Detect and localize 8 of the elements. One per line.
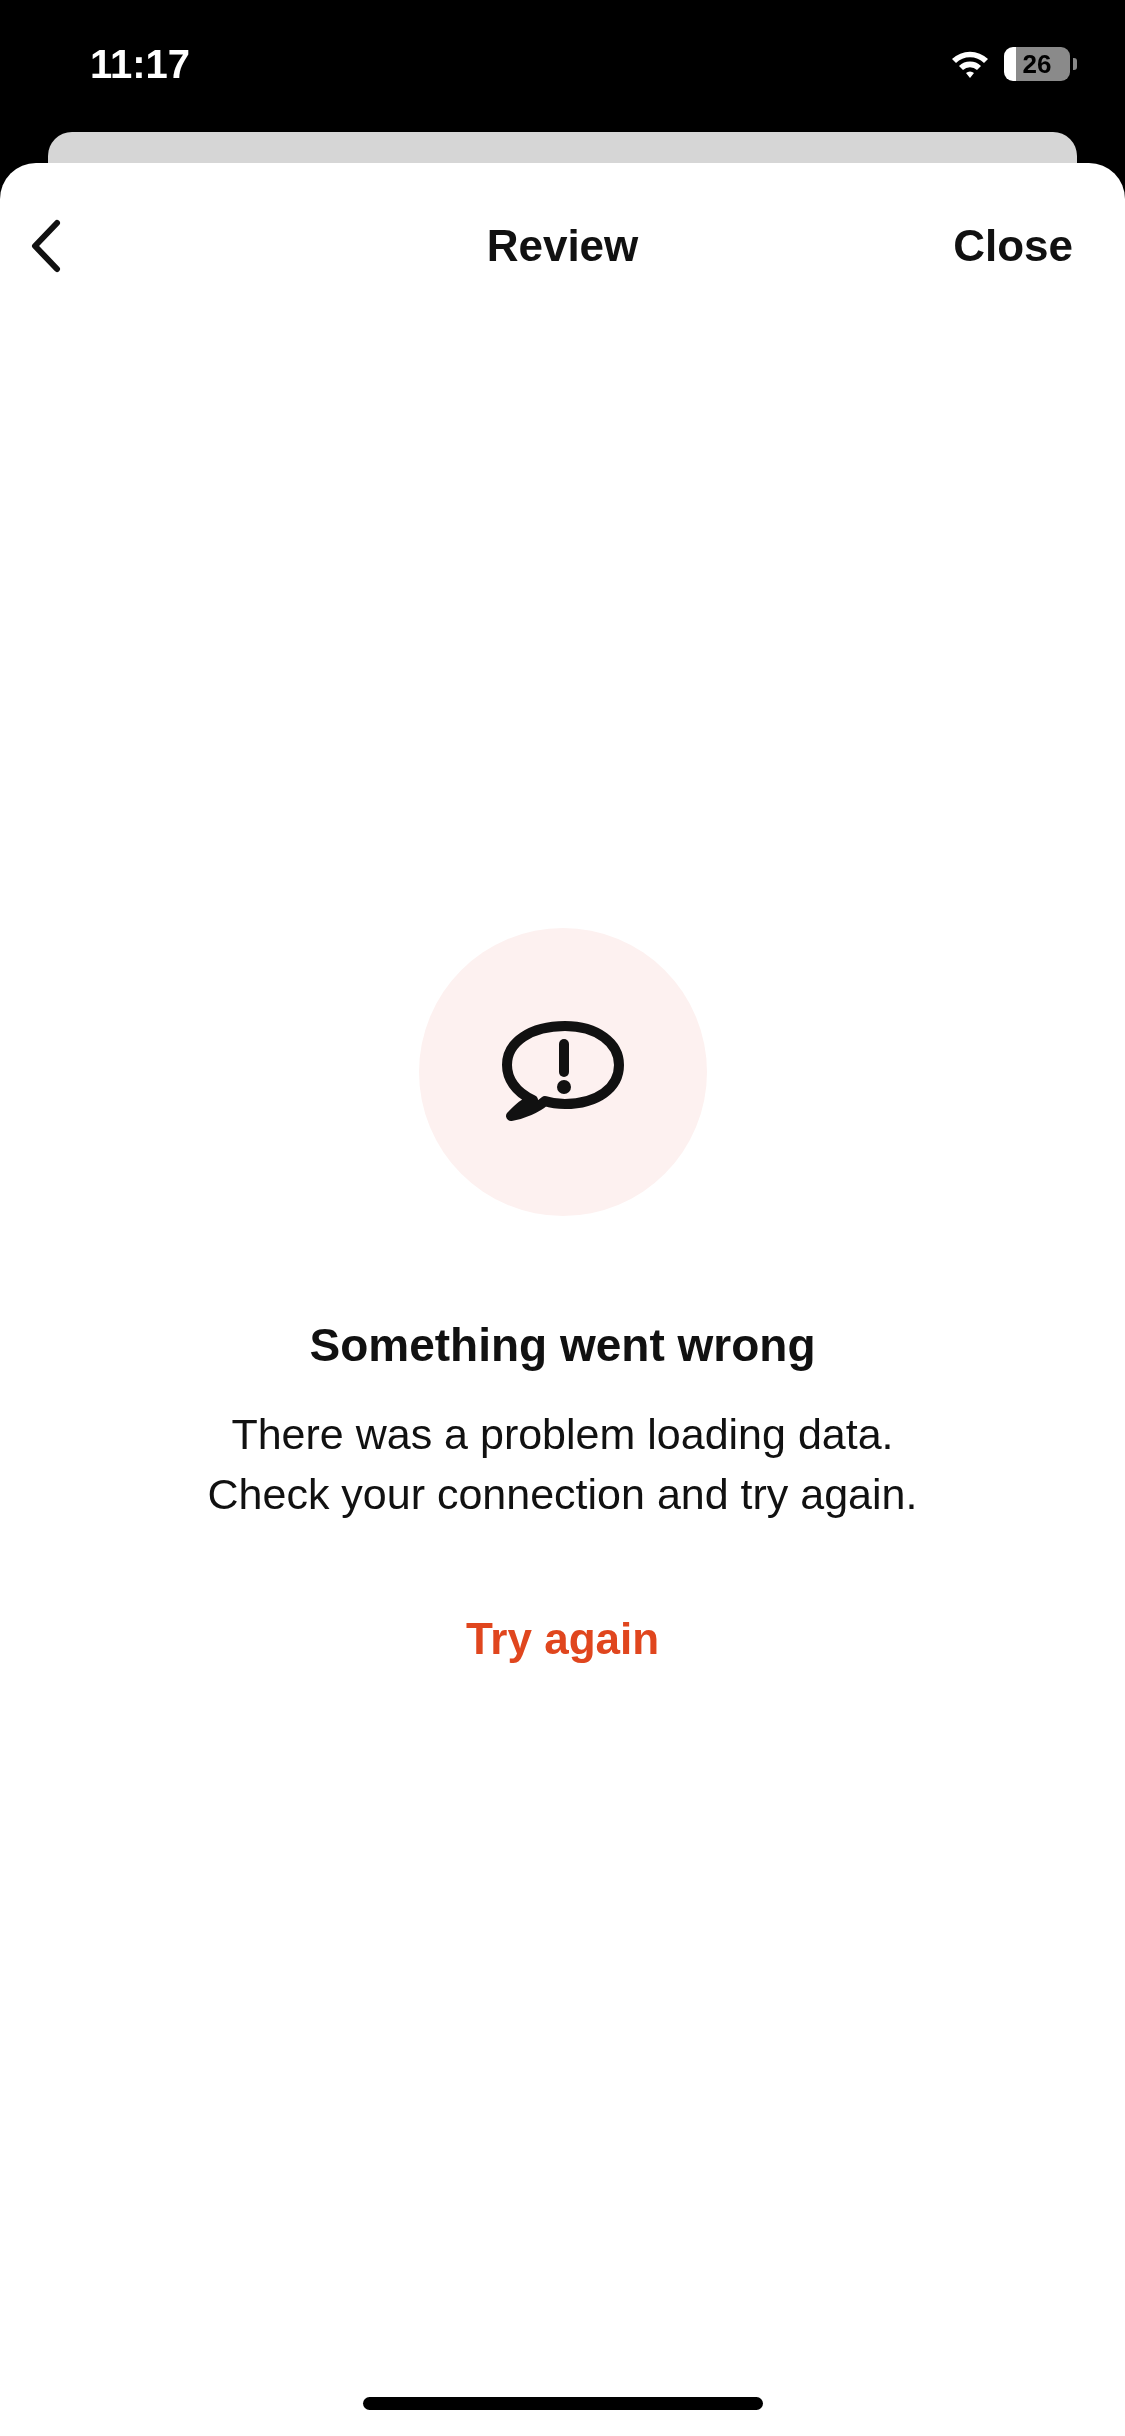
close-button[interactable]: Close: [953, 221, 1073, 271]
error-message: There was a problem loading data. Check your connection and try again.: [207, 1409, 918, 1520]
status-time: 11:17: [90, 41, 191, 87]
try-again-link[interactable]: Try again: [465, 1614, 660, 1664]
error-title: Something went wrong: [309, 1318, 816, 1372]
wifi-icon: [950, 49, 990, 79]
speech-bubble-exclamation-icon: [500, 1020, 625, 1124]
header-title: Review: [486, 221, 639, 271]
